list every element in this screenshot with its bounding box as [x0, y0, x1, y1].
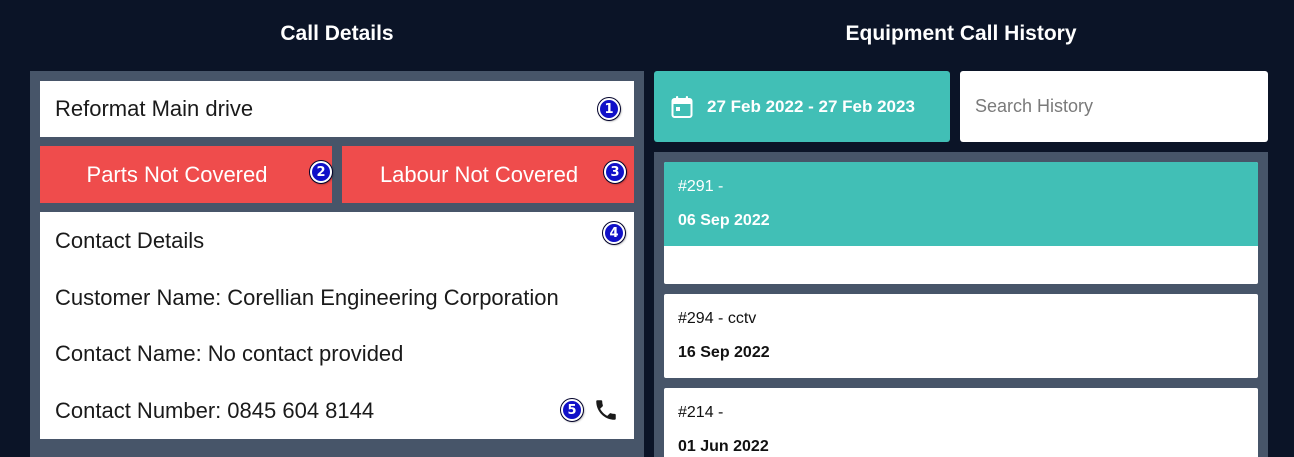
- page: Call Details Equipment Call History Refo…: [0, 0, 1294, 457]
- annotation-badge-3: 3: [604, 161, 626, 183]
- call-history-item-header: #214 - 01 Jun 2022: [664, 388, 1258, 457]
- labour-button-label: Labour Not Covered: [379, 161, 579, 187]
- job-description-field[interactable]: Reformat Main drive 1: [40, 81, 634, 137]
- contact-details-card: Contact Details 4 Customer Name: Corellia…: [40, 212, 634, 439]
- contact-details-heading: Contact Details: [55, 228, 205, 253]
- call-title: #294 - cctv: [678, 310, 757, 327]
- call-date: 16 Sep 2022: [678, 344, 770, 361]
- contact-number-value: 0845 604 8144: [227, 398, 375, 423]
- search-history-input[interactable]: [960, 71, 1268, 142]
- parts-button-label: Parts Not Covered: [86, 161, 268, 187]
- customer-name-row: Customer Name: Corellian Engineering Corp…: [55, 284, 559, 312]
- call-title: #214 -: [678, 404, 724, 421]
- call-history-item-header: #291 - 06 Sep 2022: [664, 162, 1258, 246]
- call-history-item[interactable]: #214 - 01 Jun 2022: [664, 388, 1258, 457]
- call-history-list: #291 - 06 Sep 2022 #294 - cctv 16 Sep 20…: [654, 152, 1268, 457]
- labour-not-covered-button[interactable]: Labour Not Covered 3: [342, 146, 634, 203]
- customer-name-label: Customer Name:: [55, 285, 222, 310]
- contact-number-row: Contact Number: 0845 604 8144: [55, 397, 374, 425]
- annotation-badge-1: 1: [598, 98, 620, 120]
- call-details-title: Call Details: [280, 22, 394, 45]
- customer-name-value: Corellian Engineering Corporation: [227, 285, 559, 310]
- call-history-item-header: #294 - cctv 16 Sep 2022: [664, 294, 1258, 378]
- parts-not-covered-button[interactable]: Parts Not Covered 2: [40, 146, 332, 203]
- phone-icon[interactable]: [593, 397, 619, 423]
- annotation-badge-2: 2: [310, 161, 332, 183]
- call-date: 01 Jun 2022: [678, 438, 769, 455]
- contact-name-row: Contact Name: No contact provided: [55, 340, 403, 368]
- call-history-item[interactable]: #291 - 06 Sep 2022: [664, 162, 1258, 284]
- calendar-icon: [671, 95, 693, 118]
- call-details-panel: Reformat Main drive 1 Parts Not Covered …: [30, 71, 644, 457]
- job-description-text: Reformat Main drive: [55, 96, 254, 121]
- call-date: 06 Sep 2022: [678, 212, 770, 229]
- date-range-button[interactable]: 27 Feb 2022 - 27 Feb 2023: [654, 71, 950, 142]
- annotation-badge-4: 4: [603, 222, 625, 244]
- call-history-item[interactable]: #294 - cctv 16 Sep 2022: [664, 294, 1258, 378]
- contact-name-label: Contact Name:: [55, 341, 202, 366]
- contact-name-value: No contact provided: [207, 341, 404, 366]
- date-range-label: 27 Feb 2022 - 27 Feb 2023: [707, 96, 915, 116]
- call-history-title: Equipment Call History: [845, 22, 1077, 45]
- call-title: #291 -: [678, 178, 724, 195]
- contact-number-label: Contact Number:: [55, 398, 222, 423]
- annotation-badge-5: 5: [561, 399, 583, 421]
